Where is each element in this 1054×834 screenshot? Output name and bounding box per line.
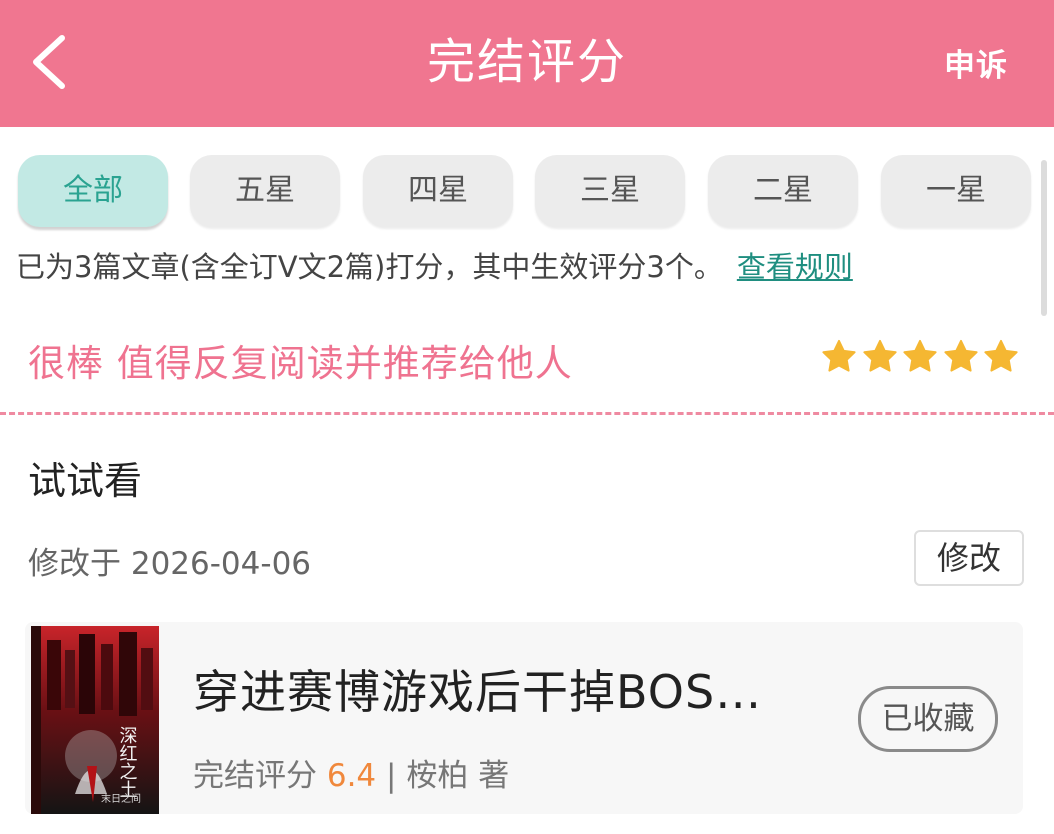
rating-description: 很棒 值得反复阅读并推荐给他人 [28,342,573,385]
star-icon [903,339,937,372]
score-label: 完结评分 [193,758,317,794]
top-bar: 完结评分 申诉 [0,0,1054,127]
star-filter-tabs: 全部 五星 四星 三星 二星 一星 [18,155,1038,229]
tab-two-star[interactable]: 二星 [708,155,858,227]
tab-one-star[interactable]: 一星 [881,155,1031,227]
book-cover-image: 深红之土 末日之间 [31,626,159,814]
meta-separator: | [386,758,397,794]
star-icon [822,339,856,372]
appeal-button[interactable]: 申诉 [944,40,1008,85]
edit-button[interactable]: 修改 [914,530,1024,586]
tab-five-star[interactable]: 五星 [190,155,340,227]
star-icon [984,339,1018,372]
star-rating [820,338,1023,378]
collected-button[interactable]: 已收藏 [858,686,998,752]
scrollbar[interactable] [1041,160,1047,316]
summary-text: 已为3篇文章(含全订V文2篇)打分，其中生效评分3个。 [16,250,723,284]
page-title: 完结评分 [426,34,627,90]
tab-four-star[interactable]: 四星 [363,155,513,227]
star-icon [943,339,978,372]
review-comment: 试试看 [28,459,143,503]
view-rules-link[interactable]: 查看规则 [737,250,853,284]
book-title[interactable]: 穿进赛博游戏后干掉BOS… [193,656,762,722]
tab-all[interactable]: 全部 [18,155,168,227]
tab-three-star[interactable]: 三星 [535,155,685,227]
rating-summary: 已为3篇文章(含全订V文2篇)打分，其中生效评分3个。 查看规则 [16,244,853,286]
dashed-divider [0,412,1054,415]
book-card[interactable]: 深红之土 末日之间 穿进赛博游戏后干掉BOS… 完结评分 6.4 | 桉柏 著 … [25,622,1023,814]
modified-date: 修改于 2026-04-06 [28,546,312,582]
book-author[interactable]: 桉柏 著 [406,758,509,794]
book-score: 6.4 [326,758,377,794]
book-meta: 完结评分 6.4 | 桉柏 著 [193,750,509,795]
star-icon [862,339,897,372]
svg-text:末日之间: 末日之间 [101,792,141,805]
svg-text:深红之土: 深红之土 [117,726,138,798]
